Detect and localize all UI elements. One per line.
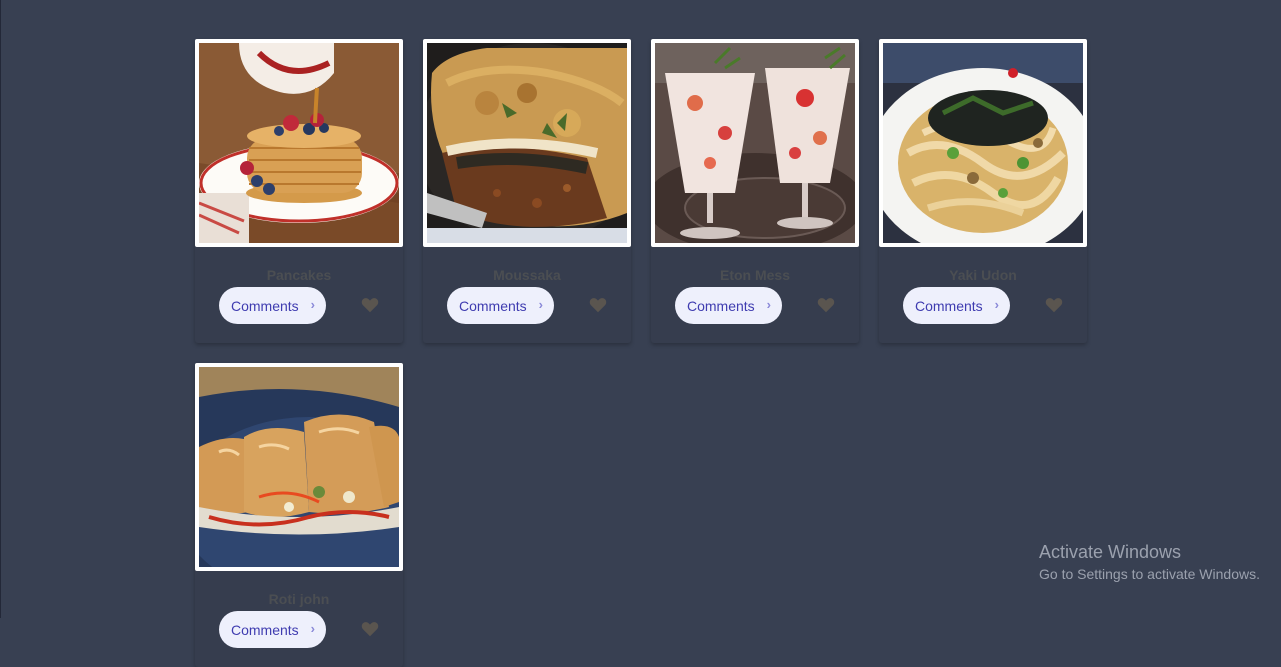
heart-icon[interactable] [361, 621, 379, 637]
activate-windows-watermark: Activate Windows Go to Settings to activ… [1039, 541, 1260, 585]
comments-button[interactable]: Comments › [219, 611, 326, 648]
recipe-card-roti-john: Roti john Comments › [195, 363, 403, 667]
recipe-card-pancakes: Pancakes Comments › [195, 39, 403, 343]
watermark-title: Activate Windows [1039, 542, 1182, 562]
heart-icon[interactable] [1045, 297, 1063, 313]
heart-icon[interactable] [589, 297, 607, 313]
recipe-title: Eton Mess [719, 267, 790, 283]
chevron-right-icon: › [310, 297, 315, 312]
window-left-edge [0, 0, 1, 618]
comments-button-label: Comments [231, 621, 299, 638]
recipe-title: Moussaka [493, 267, 561, 283]
comments-button-label: Comments [459, 297, 527, 314]
comments-button[interactable]: Comments › [903, 287, 1010, 324]
recipe-title: Yaki Udon [949, 267, 1017, 283]
recipe-title: Pancakes [266, 267, 332, 283]
recipe-image-pancakes[interactable] [195, 39, 403, 247]
recipe-title: Roti john [268, 591, 330, 607]
recipe-image-yaki-udon[interactable] [879, 39, 1087, 247]
comments-button-label: Comments [915, 297, 983, 314]
chevron-right-icon: › [994, 297, 999, 312]
comments-button-label: Comments [231, 297, 299, 314]
recipe-image-moussaka[interactable] [423, 39, 631, 247]
heart-icon[interactable] [817, 297, 835, 313]
heart-icon[interactable] [361, 297, 379, 313]
comments-button-label: Comments [687, 297, 755, 314]
comments-button[interactable]: Comments › [675, 287, 782, 324]
recipe-card-yaki-udon: Yaki Udon Comments › [879, 39, 1087, 343]
comments-button[interactable]: Comments › [219, 287, 326, 324]
recipe-card-moussaka: Moussaka Comments › [423, 39, 631, 343]
chevron-right-icon: › [766, 297, 771, 312]
chevron-right-icon: › [538, 297, 543, 312]
recipe-image-roti-john[interactable] [195, 363, 403, 571]
watermark-subtitle: Go to Settings to activate Windows. [1039, 566, 1260, 582]
recipe-image-eton-mess[interactable] [651, 39, 859, 247]
chevron-right-icon: › [310, 621, 315, 636]
comments-button[interactable]: Comments › [447, 287, 554, 324]
recipe-card-eton-mess: Eton Mess Comments › [651, 39, 859, 343]
